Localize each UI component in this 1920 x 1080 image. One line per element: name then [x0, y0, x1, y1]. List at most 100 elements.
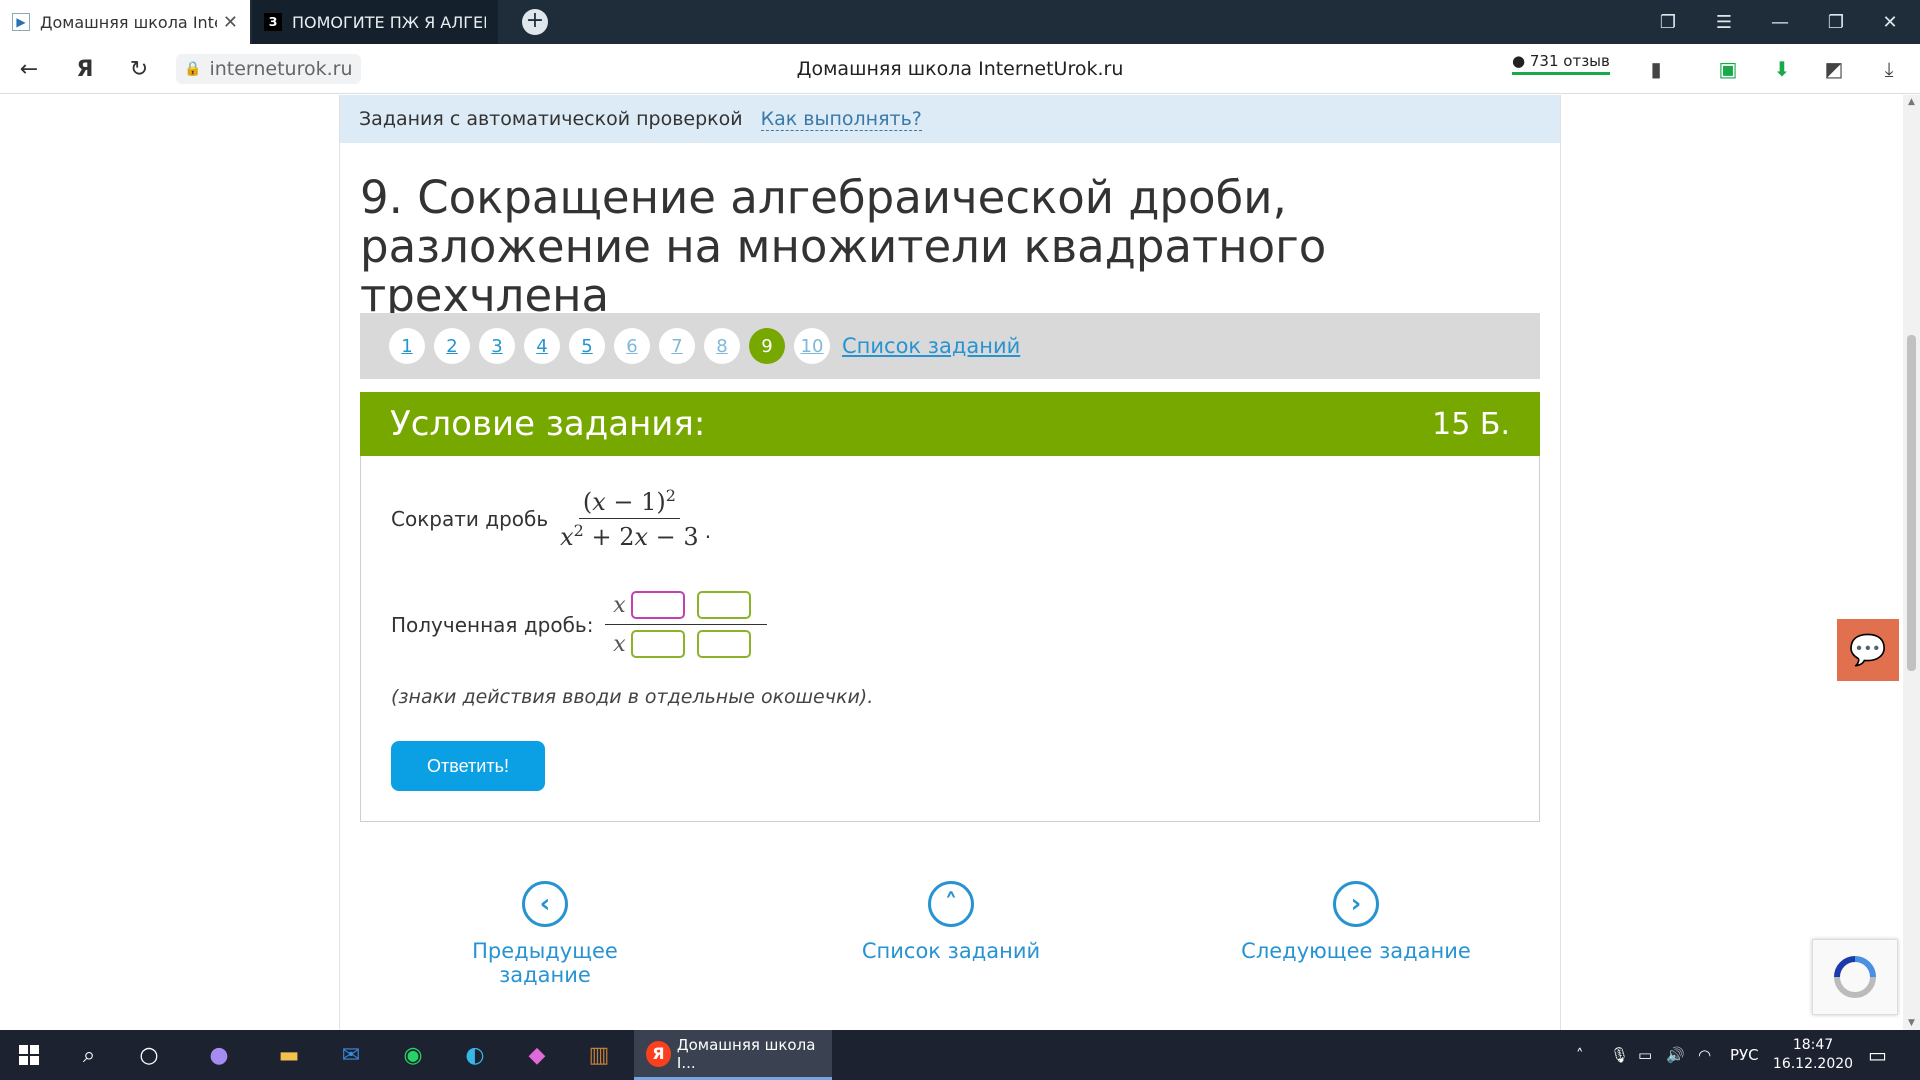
page-container: Задания с автоматической проверкой Как в… — [339, 95, 1561, 1030]
wifi-icon[interactable]: ◠ — [1698, 1030, 1711, 1080]
menu-icon[interactable]: ☰ — [1697, 0, 1751, 44]
info-bar: Задания с автоматической проверкой Как в… — [340, 95, 1560, 143]
address-bar: Домашняя школа InternetUrok.ru ← Я ↻ 🔒 i… — [0, 44, 1920, 94]
result-label: Полученная дробь: — [391, 612, 594, 637]
tab-title: Домашняя школа Inter — [40, 12, 217, 32]
condition-header: Условие задания: 15 Б. — [360, 392, 1540, 456]
page-scrollbar[interactable]: ▲ ▼ — [1903, 95, 1920, 1030]
yandex-icon[interactable]: Я — [70, 54, 100, 84]
taskbar-clock[interactable]: 18:47 16.12.2020 — [1768, 1036, 1858, 1074]
fraction-denominator: x2 + 2x − 3 — [560, 521, 699, 551]
numerator-number-input[interactable] — [697, 591, 752, 619]
collections-icon[interactable]: ◩ — [1820, 56, 1848, 82]
search-icon[interactable]: ⌕ — [60, 1030, 118, 1080]
edge-icon[interactable]: ◐ — [446, 1030, 504, 1080]
page-link-9-current[interactable]: 9 — [749, 328, 785, 364]
period: . — [704, 519, 712, 543]
browser-tab-bar: ▶ Домашняя школа Inter ✕ З ПОМОГИТЕ ПЖ Я… — [0, 0, 1920, 44]
numerator-variable: x — [613, 592, 626, 618]
download-icon[interactable]: ⤓ — [1875, 56, 1903, 82]
scroll-down-icon[interactable]: ▼ — [1903, 1016, 1920, 1030]
task-list-link[interactable]: Список заданий — [842, 334, 1020, 358]
prev-task-link[interactable]: ‹ Предыдущее задание — [425, 881, 665, 987]
answer-button[interactable]: Ответить! — [391, 741, 545, 791]
fraction-numerator: (x − 1)2 — [578, 486, 680, 519]
tab-inactive[interactable]: З ПОМОГИТЕ ПЖ Я АЛГЕБР — [252, 0, 498, 44]
bookmark-icon[interactable]: ▮ — [1642, 56, 1670, 82]
page-link-2[interactable]: 2 — [434, 328, 470, 364]
new-tab-button[interactable]: + — [522, 9, 548, 35]
chevron-left-icon: ‹ — [522, 881, 568, 927]
input-hint: (знаки действия вводи в отдельные окошеч… — [391, 686, 874, 708]
books-icon[interactable]: ▥ — [570, 1030, 628, 1080]
page-link-8[interactable]: 8 — [704, 328, 740, 364]
page-link-1[interactable]: 1 — [389, 328, 425, 364]
howto-link[interactable]: Как выполнять? — [760, 108, 922, 131]
whatsapp-icon[interactable]: ◉ — [384, 1030, 442, 1080]
alice-icon[interactable]: ● — [190, 1030, 248, 1080]
tray-chevron-icon[interactable]: ˄ — [1576, 1030, 1584, 1080]
task-heading: 9. Сокращение алгебраической дроби, разл… — [360, 171, 1327, 322]
answer-row: Полученная дробь: x x — [391, 586, 768, 663]
next-task-link[interactable]: › Следующее задание — [1236, 881, 1476, 963]
task-list-nav-link[interactable]: ˄ Список заданий — [831, 881, 1071, 963]
lock-icon: 🔒 — [184, 61, 202, 77]
denominator-sign-input[interactable] — [631, 630, 686, 658]
windows-logo — [19, 1045, 39, 1065]
condition-body: Сократи дробь (x − 1)2 x2 + 2x − 3 . Пол… — [360, 456, 1540, 822]
page-link-3[interactable]: 3 — [479, 328, 515, 364]
yandex-browser-icon: Я — [646, 1040, 671, 1067]
prev-task-label: Предыдущее задание — [472, 939, 618, 987]
numerator-sign-input[interactable] — [631, 591, 686, 619]
battery-icon[interactable]: ▭ — [1638, 1030, 1652, 1080]
answer-fraction: x x — [605, 586, 768, 663]
language-indicator[interactable]: РУС — [1730, 1030, 1759, 1080]
tabs-collection-icon[interactable]: ❐ — [1641, 0, 1695, 44]
file-explorer-icon[interactable]: ▬ — [260, 1030, 318, 1080]
scroll-thumb[interactable] — [1907, 335, 1916, 671]
condition-title: Условие задания: — [390, 404, 706, 444]
page-link-4[interactable]: 4 — [524, 328, 560, 364]
close-window-icon[interactable]: ✕ — [1863, 0, 1917, 44]
url-field[interactable]: 🔒 interneturok.ru — [176, 54, 361, 84]
scroll-up-icon[interactable]: ▲ — [1903, 95, 1920, 109]
denominator-number-input[interactable] — [697, 630, 752, 658]
recaptcha-badge[interactable] — [1812, 939, 1898, 1015]
microphone-icon[interactable]: 🎙 — [1610, 1030, 1629, 1080]
chat-bubbles-icon[interactable]: 💬 — [1837, 619, 1899, 681]
problem-fraction: (x − 1)2 x2 + 2x − 3 — [556, 486, 703, 551]
points-badge: 15 Б. — [1432, 406, 1510, 442]
denominator-variable: x — [613, 631, 626, 657]
restore-icon[interactable]: ❐ — [1809, 0, 1863, 44]
page-link-6[interactable]: 6 — [614, 328, 650, 364]
extension-icon[interactable]: ▣ — [1714, 56, 1742, 82]
reload-icon[interactable]: ↻ — [124, 54, 154, 84]
play-icon: ▶ — [12, 13, 30, 31]
speech-bubble-icon: ● — [1512, 52, 1526, 70]
page-link-10[interactable]: 10 — [794, 328, 830, 364]
chevron-right-icon: › — [1333, 881, 1379, 927]
reviews-badge[interactable]: ● 731 отзыв — [1512, 52, 1610, 75]
next-task-label: Следующее задание — [1241, 939, 1471, 963]
volume-icon[interactable]: 🔊 — [1666, 1030, 1685, 1080]
windows-taskbar: ⌕ ○ ● ▬ ✉ ◉ ◐ ◆ ▥ Я Домашняя школа I... … — [0, 1030, 1920, 1080]
download-arrow-green-icon[interactable]: ⬇ — [1768, 56, 1796, 82]
mail-icon[interactable]: ✉ — [322, 1030, 380, 1080]
answer-denominator: x — [605, 625, 767, 663]
notifications-icon[interactable]: ▭ — [1868, 1030, 1887, 1080]
clock-time: 18:47 — [1792, 1037, 1834, 1053]
page-link-5[interactable]: 5 — [569, 328, 605, 364]
clock-date: 16.12.2020 — [1772, 1056, 1854, 1072]
minimize-icon[interactable]: — — [1753, 0, 1807, 44]
back-arrow-icon[interactable]: ← — [14, 54, 44, 84]
tab-active[interactable]: ▶ Домашняя школа Inter ✕ — [0, 0, 250, 44]
paint-drop-icon[interactable]: ◆ — [508, 1030, 566, 1080]
taskbar-app-title: Домашняя школа I... — [676, 1035, 816, 1072]
close-icon[interactable]: ✕ — [223, 12, 238, 33]
taskbar-active-app[interactable]: Я Домашняя школа I... — [634, 1030, 832, 1080]
info-text: Задания с автоматической проверкой — [359, 108, 743, 130]
cortana-icon[interactable]: ○ — [120, 1030, 178, 1080]
recaptcha-icon — [1834, 956, 1876, 998]
page-link-7[interactable]: 7 — [659, 328, 695, 364]
windows-start-icon[interactable] — [0, 1030, 58, 1080]
